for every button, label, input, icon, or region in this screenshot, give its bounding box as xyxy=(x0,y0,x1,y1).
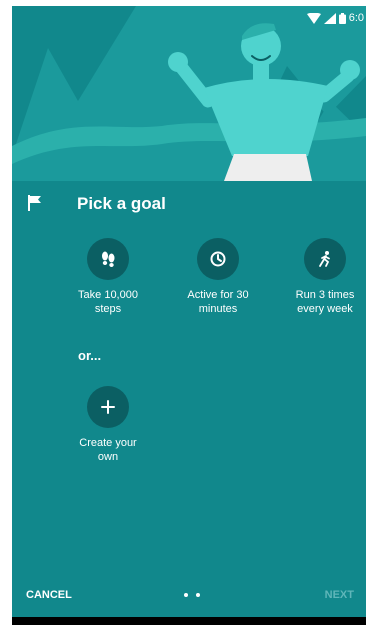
or-label: or... xyxy=(78,348,102,363)
status-time: 6:0 xyxy=(348,12,364,24)
left-fist xyxy=(168,52,188,72)
page-dot xyxy=(184,593,188,597)
bottom-bar: CANCEL NEXT xyxy=(12,582,366,610)
hero-illustration xyxy=(12,6,366,181)
next-button[interactable]: NEXT xyxy=(325,589,354,601)
goal-run-label: Run 3 times every week xyxy=(295,289,355,315)
app-screen: 6:0 Pick a goal Take 10,000 steps Active… xyxy=(12,6,366,617)
cell-signal-icon xyxy=(323,12,336,24)
timer-icon xyxy=(210,251,226,267)
create-goal-option[interactable]: Create your own xyxy=(62,386,154,464)
battery-icon xyxy=(338,12,346,24)
wifi-icon xyxy=(306,12,321,24)
goal-active-button[interactable] xyxy=(197,238,239,280)
system-navigation-bar xyxy=(12,617,366,625)
goal-steps-option[interactable]: Take 10,000 steps xyxy=(62,238,154,316)
create-goal-button[interactable] xyxy=(87,386,129,428)
goal-active-option[interactable]: Active for 30 minutes xyxy=(172,238,264,316)
page-dot xyxy=(196,593,200,597)
cancel-button[interactable]: CANCEL xyxy=(26,589,72,601)
plus-icon xyxy=(101,400,115,414)
page-title: Pick a goal xyxy=(77,194,166,213)
goal-steps-label: Take 10,000 steps xyxy=(78,289,138,315)
create-goal-label: Create your own xyxy=(79,437,137,463)
goal-run-option[interactable]: Run 3 times every week xyxy=(279,238,366,316)
goal-steps-button[interactable] xyxy=(87,238,129,280)
footsteps-icon xyxy=(102,251,115,267)
page-indicator xyxy=(184,593,200,597)
runner-shorts xyxy=(224,154,312,181)
flag-icon xyxy=(28,195,41,211)
status-bar: 6:0 xyxy=(306,6,366,30)
goal-run-button[interactable] xyxy=(304,238,346,280)
runner-icon xyxy=(319,251,330,267)
goal-active-label: Active for 30 minutes xyxy=(187,289,249,315)
right-fist xyxy=(340,60,360,80)
goal-header: Pick a goal xyxy=(12,190,366,220)
